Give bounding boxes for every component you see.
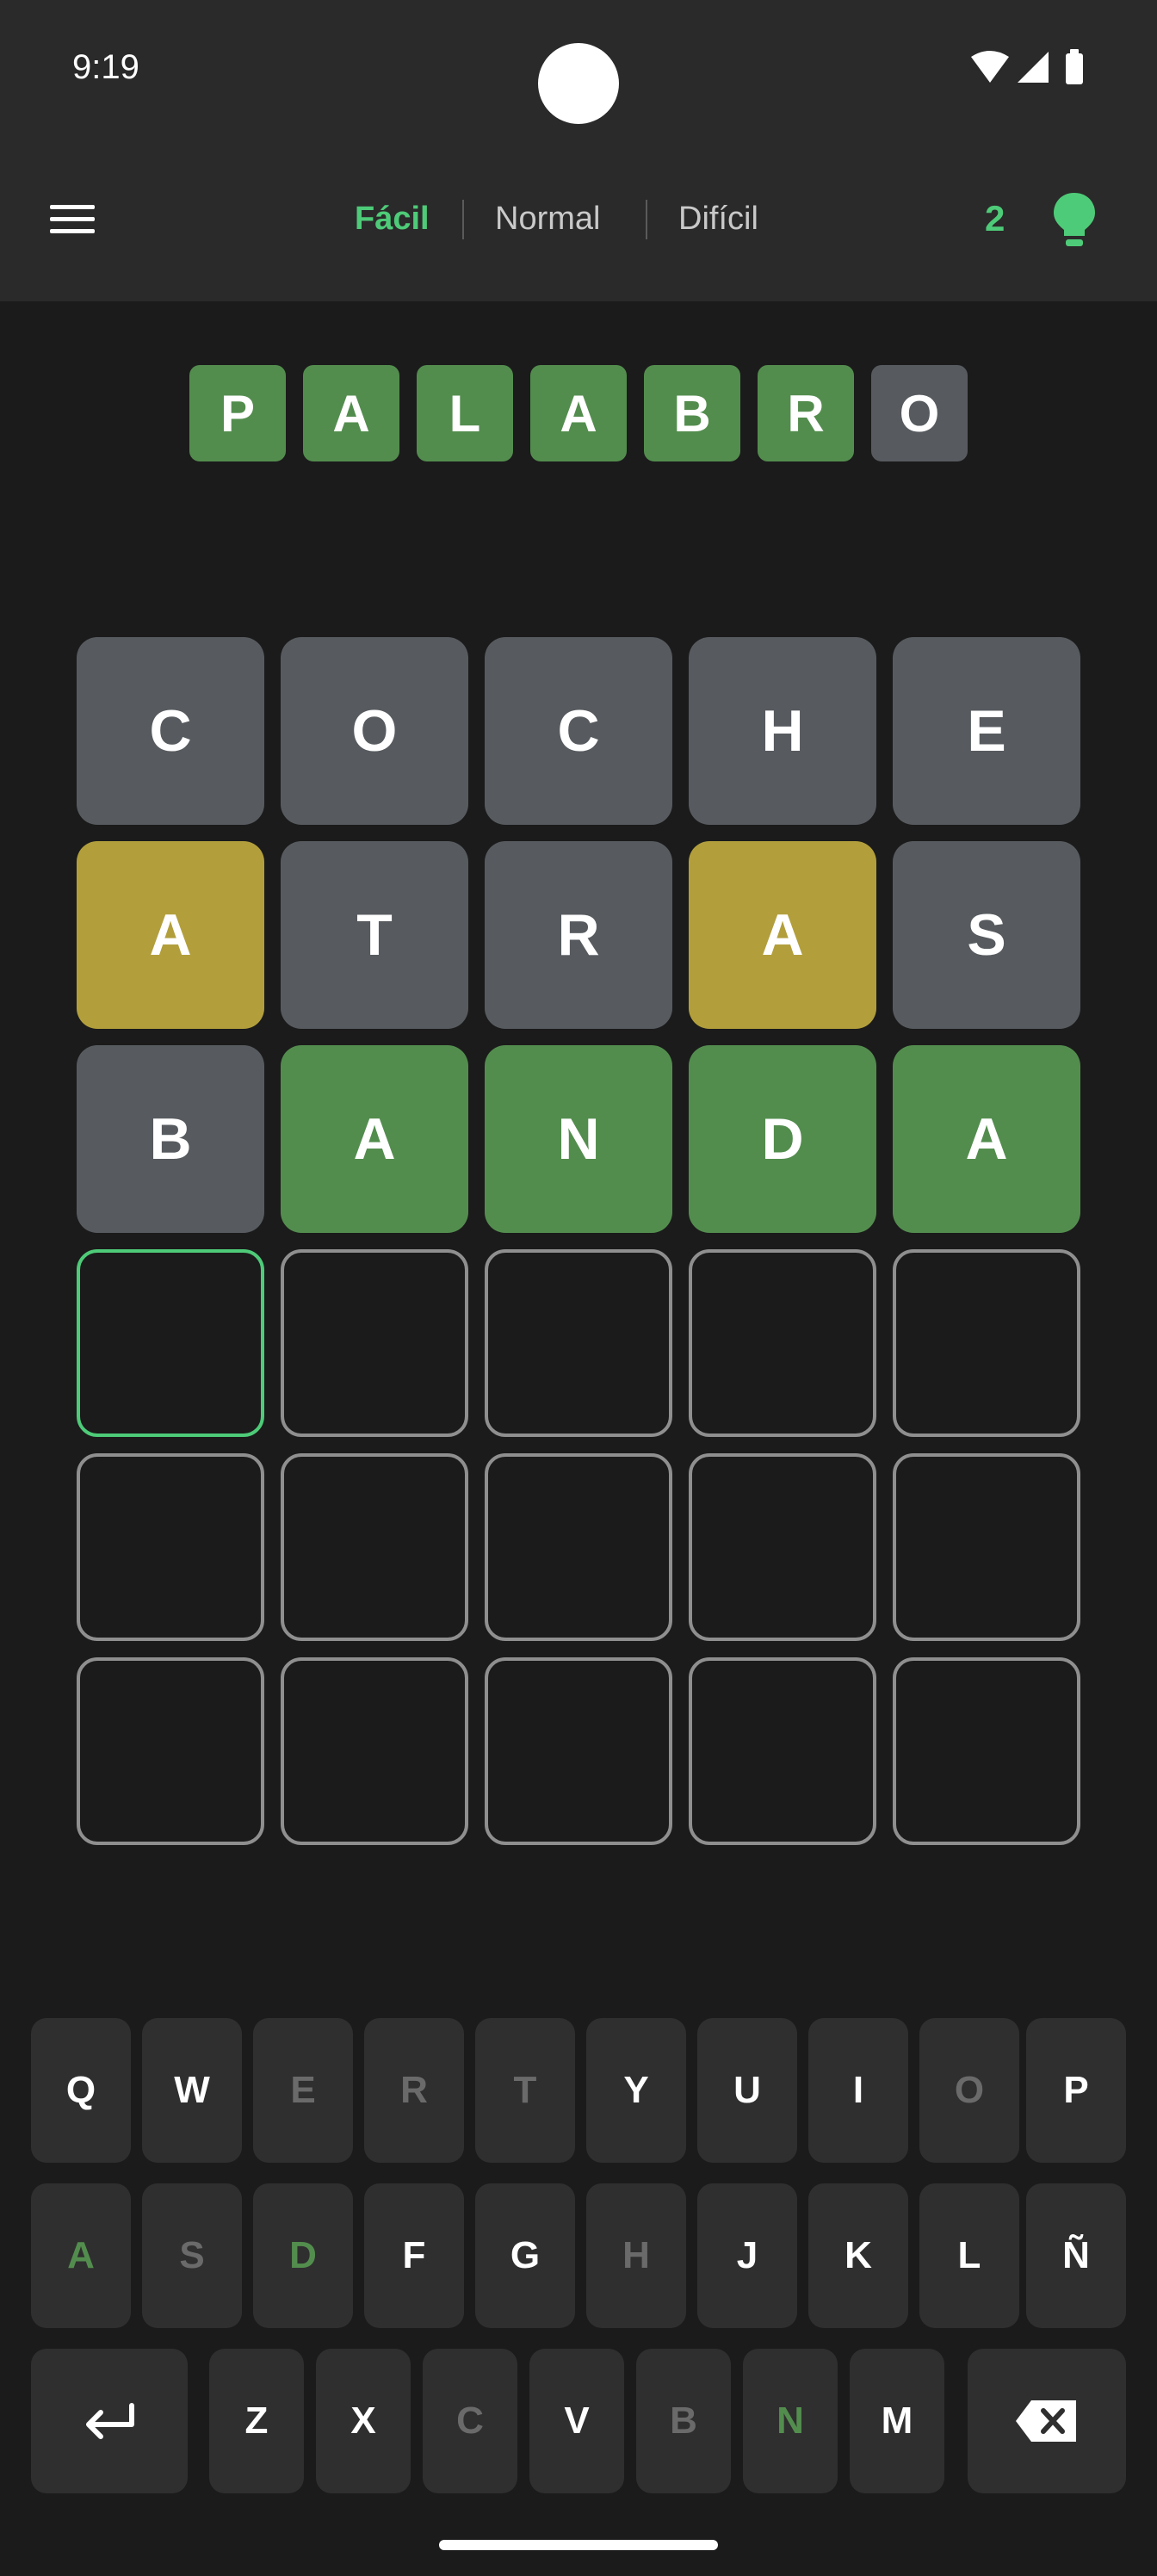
grid-cell — [77, 1657, 264, 1845]
key-a[interactable]: A — [31, 2183, 131, 2328]
grid-cell — [281, 1657, 468, 1845]
key-r[interactable]: R — [364, 2018, 464, 2163]
grid-cell — [893, 1657, 1080, 1845]
tab-facil[interactable]: Fácil — [355, 195, 430, 243]
signal-icon — [1018, 52, 1049, 83]
grid-cell: O — [281, 637, 468, 825]
key-i[interactable]: I — [808, 2018, 908, 2163]
word-tile: L — [417, 365, 513, 461]
key-u[interactable]: U — [697, 2018, 797, 2163]
hints-count: 2 — [985, 198, 1005, 238]
grid-cell — [893, 1453, 1080, 1641]
tab-dificil[interactable]: Difícil — [678, 195, 758, 243]
app-header: 9:19 Fácil Normal Difícil 2 — [0, 0, 1157, 301]
word-tile: B — [644, 365, 740, 461]
grid-cell: A — [893, 1045, 1080, 1233]
grid-cell — [485, 1657, 672, 1845]
key-x[interactable]: X — [316, 2349, 411, 2493]
grid-cell: S — [893, 841, 1080, 1029]
enter-key[interactable] — [31, 2349, 188, 2493]
key-n[interactable]: N — [743, 2349, 838, 2493]
key-enye[interactable]: Ñ — [1026, 2183, 1126, 2328]
wifi-icon — [971, 51, 1009, 83]
grid-cell — [689, 1657, 876, 1845]
grid-cell-active[interactable] — [77, 1249, 264, 1437]
grid-cell: H — [689, 637, 876, 825]
grid-cell[interactable] — [689, 1249, 876, 1437]
grid-cell[interactable] — [281, 1249, 468, 1437]
grid-cell: C — [77, 637, 264, 825]
key-p[interactable]: P — [1026, 2018, 1126, 2163]
key-q[interactable]: Q — [31, 2018, 131, 2163]
key-j[interactable]: J — [697, 2183, 797, 2328]
status-time: 9:19 — [72, 48, 139, 86]
grid-cell: A — [281, 1045, 468, 1233]
key-t[interactable]: T — [475, 2018, 575, 2163]
grid-cell: A — [77, 841, 264, 1029]
key-w[interactable]: W — [142, 2018, 242, 2163]
tab-separator — [462, 200, 464, 239]
grid-cell: B — [77, 1045, 264, 1233]
key-k[interactable]: K — [808, 2183, 908, 2328]
tab-normal[interactable]: Normal — [495, 195, 600, 243]
status-icons — [971, 49, 1083, 84]
difficulty-tabs: Fácil Normal Difícil — [0, 195, 1157, 246]
key-b[interactable]: B — [636, 2349, 731, 2493]
key-o[interactable]: O — [919, 2018, 1019, 2163]
home-indicator[interactable] — [439, 2540, 718, 2550]
key-d[interactable]: D — [253, 2183, 353, 2328]
lightbulb-icon[interactable] — [1050, 191, 1098, 250]
key-e[interactable]: E — [253, 2018, 353, 2163]
word-tile: A — [530, 365, 627, 461]
key-l[interactable]: L — [919, 2183, 1019, 2328]
grid-cell: R — [485, 841, 672, 1029]
key-y[interactable]: Y — [586, 2018, 686, 2163]
grid-cell[interactable] — [893, 1249, 1080, 1437]
backspace-key[interactable] — [968, 2349, 1126, 2493]
grid-cell: N — [485, 1045, 672, 1233]
key-s[interactable]: S — [142, 2183, 242, 2328]
backspace-icon — [1016, 2400, 1076, 2442]
key-c[interactable]: C — [423, 2349, 517, 2493]
grid-cell[interactable] — [485, 1249, 672, 1437]
camera-cutout — [538, 43, 619, 124]
grid-cell — [281, 1453, 468, 1641]
grid-cell: C — [485, 637, 672, 825]
key-v[interactable]: V — [529, 2349, 624, 2493]
grid-cell: D — [689, 1045, 876, 1233]
grid-cell — [689, 1453, 876, 1641]
grid-cell: E — [893, 637, 1080, 825]
tab-separator — [646, 200, 647, 239]
word-tile: O — [871, 365, 968, 461]
enter-icon — [86, 2403, 134, 2439]
grid-cell — [77, 1453, 264, 1641]
battery-icon — [1066, 53, 1083, 84]
key-z[interactable]: Z — [209, 2349, 304, 2493]
key-m[interactable]: M — [850, 2349, 944, 2493]
key-h[interactable]: H — [586, 2183, 686, 2328]
grid-cell: A — [689, 841, 876, 1029]
grid-cell — [485, 1453, 672, 1641]
word-tile: A — [303, 365, 399, 461]
grid-cell: T — [281, 841, 468, 1029]
word-tile: R — [758, 365, 854, 461]
key-g[interactable]: G — [475, 2183, 575, 2328]
key-f[interactable]: F — [364, 2183, 464, 2328]
word-tile: P — [189, 365, 286, 461]
